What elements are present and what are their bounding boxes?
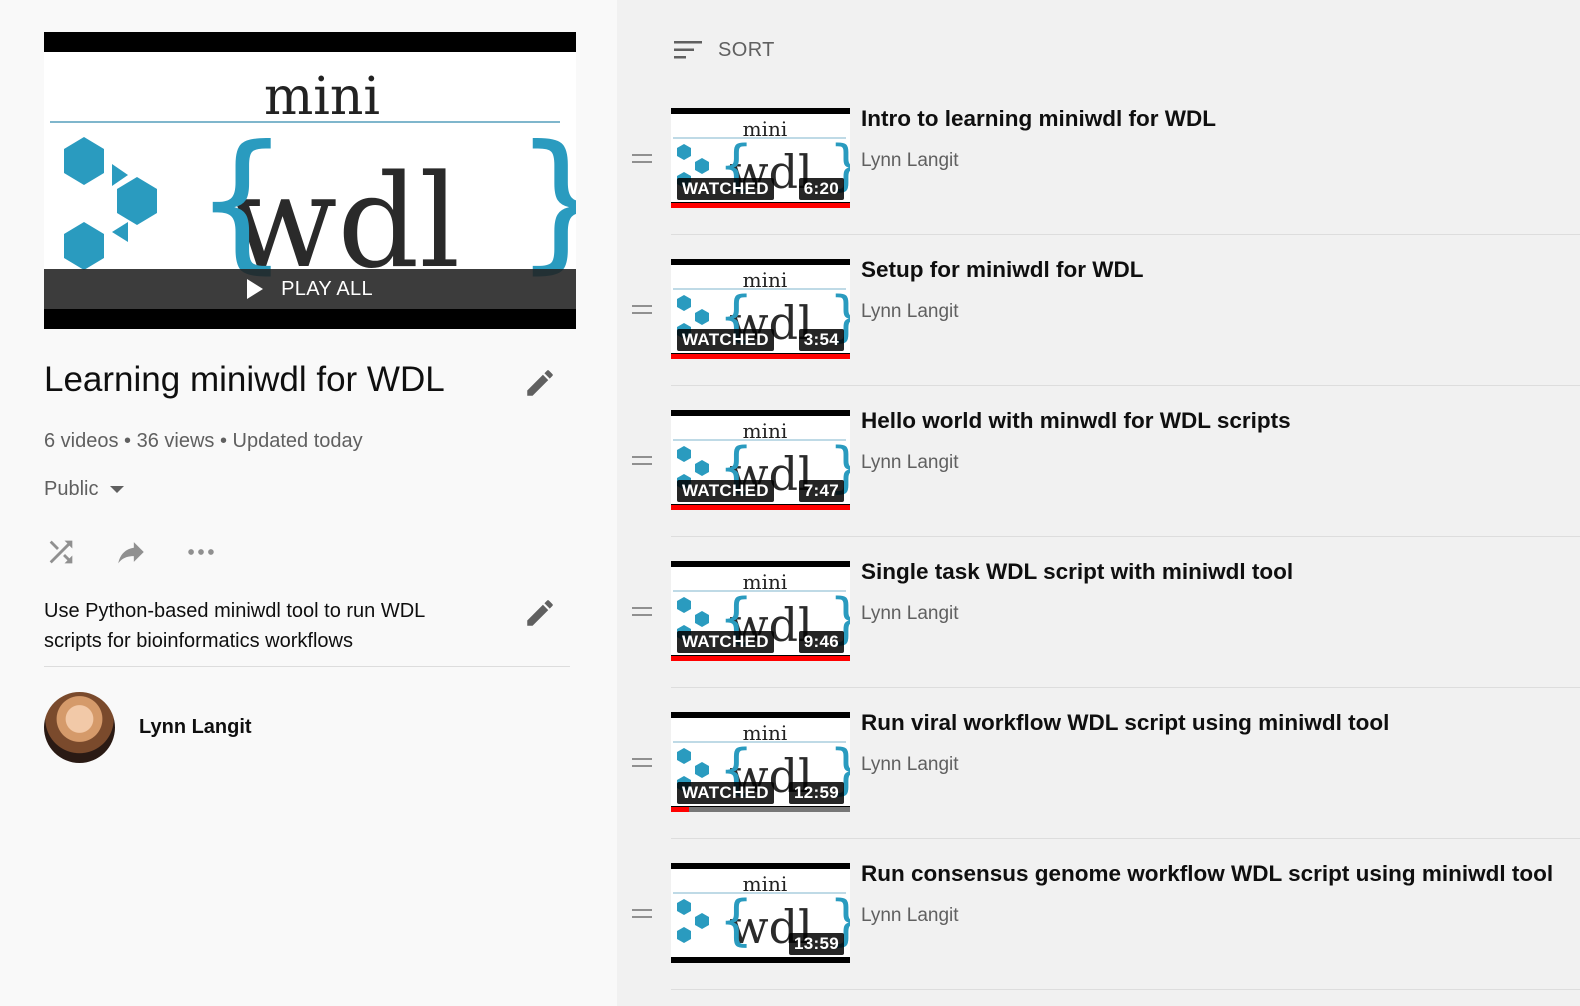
video-duration: 7:47 [798,480,844,502]
watched-badge: WATCHED [677,178,774,200]
video-channel[interactable]: Lynn Langit [861,603,959,625]
watch-progress-bar [671,505,850,510]
avatar[interactable] [44,692,115,763]
playlist-video-item[interactable]: mini wdl { } WATCHED 9:46 Single task WD… [630,537,1580,688]
playlist-video-item[interactable]: mini wdl { } WATCHED 7:47 Hello world wi… [630,386,1580,537]
drag-handle-icon[interactable] [632,758,652,772]
playlist-stats: 6 videos • 36 views • Updated today [44,430,363,452]
video-title[interactable]: Hello world with minwdl for WDL scripts [861,408,1291,434]
video-channel[interactable]: Lynn Langit [861,754,959,776]
watched-badge: WATCHED [677,480,774,502]
more-options-icon[interactable] [184,535,218,569]
video-duration: 9:46 [798,631,844,653]
watch-progress-bar [671,656,850,661]
video-thumbnail[interactable]: mini wdl { } WATCHED 12:59 [671,712,850,812]
play-icon [247,279,264,299]
video-duration: 3:54 [798,329,844,351]
video-thumbnail[interactable]: mini wdl { } WATCHED 9:46 [671,561,850,661]
watched-badge: WATCHED [677,631,774,653]
drag-handle-icon[interactable] [632,909,652,923]
sort-label: SORT [718,38,775,61]
video-title[interactable]: Run viral workflow WDL script using mini… [861,710,1389,736]
share-icon[interactable] [114,535,148,569]
video-title[interactable]: Setup for miniwdl for WDL [861,257,1143,283]
play-all-label: PLAY ALL [281,277,373,300]
video-duration: 12:59 [789,782,844,804]
playlist-video-item[interactable]: mini wdl { } 13:59 Run consensus genome … [630,839,1580,990]
watch-progress-bar [671,203,850,208]
video-channel[interactable]: Lynn Langit [861,301,959,323]
video-thumbnail[interactable]: mini wdl { } WATCHED 3:54 [671,259,850,359]
svg-text:{: { [719,889,753,952]
video-channel[interactable]: Lynn Langit [861,905,959,927]
sort-icon [674,41,702,59]
drag-handle-icon[interactable] [632,154,652,168]
privacy-label: Public [44,478,99,500]
playlist-actions [44,535,218,569]
playlist-video-item[interactable]: mini wdl { } WATCHED 12:59 Run viral wor… [630,688,1580,839]
video-thumbnail[interactable]: mini wdl { } WATCHED 7:47 [671,410,850,510]
playlist-sidebar: mini wdl { } PLAY ALL Learning miniwdl f… [0,0,617,1006]
video-channel[interactable]: Lynn Langit [861,150,959,172]
play-all-button[interactable]: PLAY ALL [44,269,576,309]
playlist-title: Learning miniwdl for WDL [44,360,445,399]
video-duration: 6:20 [798,178,844,200]
edit-description-icon[interactable] [523,596,557,630]
divider [671,989,1580,990]
video-title[interactable]: Run consensus genome workflow WDL script… [861,861,1553,887]
privacy-dropdown[interactable]: Public [44,478,125,501]
video-channel[interactable]: Lynn Langit [861,452,959,474]
shuffle-icon[interactable] [44,535,78,569]
watched-badge: WATCHED [677,782,774,804]
divider [44,666,570,667]
video-title[interactable]: Intro to learning miniwdl for WDL [861,106,1216,132]
video-thumbnail[interactable]: mini wdl { } 13:59 [671,863,850,963]
watched-badge: WATCHED [677,329,774,351]
watch-progress-bar [671,354,850,359]
drag-handle-icon[interactable] [632,607,652,621]
svg-text:}: } [514,114,576,288]
video-thumbnail[interactable]: mini wdl { } WATCHED 6:20 [671,108,850,208]
video-duration: 13:59 [789,933,844,955]
video-title[interactable]: Single task WDL script with miniwdl tool [861,559,1293,585]
svg-text:{: { [194,114,289,288]
playlist-video-item[interactable]: mini wdl { } WATCHED 6:20 Intro to learn… [630,84,1580,235]
playlist-description: Use Python-based miniwdl tool to run WDL… [44,600,425,652]
watch-progress-bar [671,807,850,812]
playlist-owner[interactable]: Lynn Langit [44,692,252,763]
drag-handle-icon[interactable] [632,305,652,319]
edit-title-icon[interactable] [523,366,557,400]
caret-down-icon [110,486,125,493]
playlist-video-item[interactable]: mini wdl { } WATCHED 3:54 Setup for mini… [630,235,1580,386]
sort-button[interactable]: SORT [674,38,775,62]
playlist-thumbnail[interactable]: mini wdl { } PLAY ALL [44,32,576,329]
drag-handle-icon[interactable] [632,456,652,470]
playlist-video-list: mini wdl { } WATCHED 6:20 Intro to learn… [630,84,1580,990]
owner-name[interactable]: Lynn Langit [139,716,252,739]
